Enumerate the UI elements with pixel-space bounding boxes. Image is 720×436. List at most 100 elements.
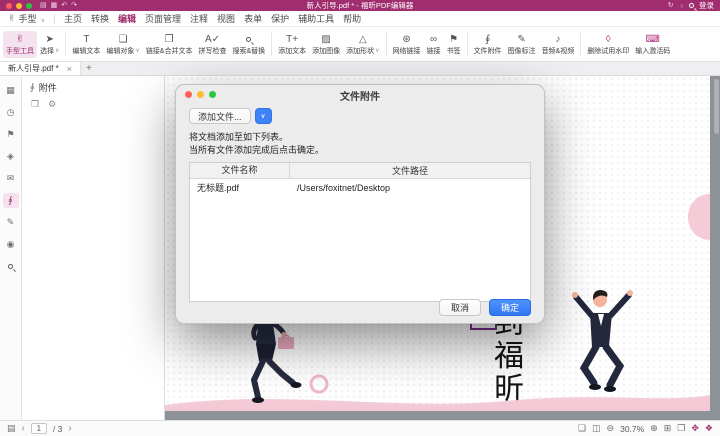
window-title: 新人引导.pdf * - 福昕PDF编辑器 (0, 0, 720, 11)
menu-tab-edit[interactable]: 编辑 (118, 12, 136, 25)
open-attachment-icon[interactable]: ❐ (31, 99, 39, 110)
search-panel-icon[interactable] (3, 259, 19, 274)
ribbon-separator (271, 32, 272, 56)
menu-tab-home[interactable]: 主页 (64, 12, 82, 25)
undo-icon[interactable]: ↶ (61, 0, 67, 11)
zoom-out-button[interactable]: ⊖ (607, 423, 615, 434)
ribbon-tool-edit-text[interactable]: T 编辑文本 (69, 31, 103, 58)
bookmark-icon: ⚑ (449, 33, 458, 46)
ok-button[interactable]: 确定 (489, 299, 531, 316)
maximize-window-button[interactable] (26, 3, 32, 9)
close-tab-icon[interactable]: × (67, 64, 72, 74)
cancel-button[interactable]: 取消 (439, 299, 481, 316)
current-tool-selector[interactable]: ✌ 手型 (8, 12, 45, 25)
dialog-minimize-button[interactable] (197, 91, 204, 98)
ribbon-tool-link-merge-text[interactable]: ❒ 链接&合并文本 (143, 31, 196, 58)
minimize-window-button[interactable] (16, 3, 22, 9)
menu-tab-accessibility[interactable]: 辅助工具 (298, 12, 334, 25)
zoom-level[interactable]: 30.7% (620, 424, 644, 434)
layers-panel-icon[interactable]: ◈ (3, 149, 19, 164)
ribbon-tool-label: 文件附件 (474, 46, 502, 56)
previous-page-button[interactable]: ‹ (22, 424, 25, 434)
menu-tab-view[interactable]: 视图 (217, 12, 235, 25)
ribbon-tool-file-attachment[interactable]: ∮ 文件附件 (471, 31, 505, 58)
dialog-titlebar: 文件附件 (176, 85, 544, 105)
ribbon-tool-search-replace[interactable]: 搜索&替换 (229, 31, 268, 58)
ribbon-tool-bookmark[interactable]: ⚑ 书签 (444, 31, 464, 58)
print-icon[interactable]: ▦ (51, 0, 58, 11)
menu-tab-convert[interactable]: 转换 (91, 12, 109, 25)
column-header-file-path[interactable]: 文件路径 (290, 164, 530, 177)
signatures-panel-icon[interactable]: ✎ (3, 215, 19, 230)
ribbon-tool-audio-video[interactable]: ♪ 音频&视频 (539, 31, 578, 58)
attachment-table: 文件名称 文件路径 无标题.pdf /Users/foxitnet/Deskto… (189, 162, 531, 302)
ribbon-tool-web-link[interactable]: ⊛ 网络链接 (390, 31, 424, 58)
bookmarks-panel-icon[interactable]: ⚑ (3, 127, 19, 142)
next-page-button[interactable]: › (68, 424, 71, 434)
add-file-dropdown-button[interactable]: ∨ (255, 108, 272, 124)
dialog-close-button[interactable] (185, 91, 192, 98)
ribbon-tool-add-image[interactable]: ▨ 添加图像 (309, 31, 343, 58)
sync-icon[interactable]: ↻ (668, 0, 674, 11)
menu-tab-form[interactable]: 表单 (244, 12, 262, 25)
document-tab[interactable]: 新人引导.pdf * × (0, 62, 81, 75)
vertical-scrollbar[interactable] (714, 79, 719, 134)
divider (54, 14, 55, 24)
menu-tab-comment[interactable]: 注释 (190, 12, 208, 25)
save-icon[interactable]: ▤ (40, 0, 47, 11)
dialog-zoom-button[interactable] (209, 91, 216, 98)
menu-tab-help[interactable]: 帮助 (343, 12, 361, 25)
thumbnails-panel-icon[interactable]: ▦ (3, 83, 19, 98)
window-titlebar: ▤ ▦ ↶ ↷ 新人引导.pdf * - 福昕PDF编辑器 ↻ 登录 (0, 0, 720, 11)
attachment-settings-icon[interactable]: ⚙ (48, 99, 56, 110)
rotate-view-icon[interactable]: ✥ (691, 423, 699, 434)
current-page-input[interactable]: 1 (31, 423, 47, 434)
stamps-panel-icon[interactable]: ◉ (3, 237, 19, 252)
ribbon-tool-remove-trial-watermark[interactable]: ◊ 删除试用水印 (584, 31, 632, 58)
page-text-char: 福 (492, 340, 526, 373)
chevron-down-icon[interactable] (679, 1, 684, 10)
fullscreen-icon[interactable]: ❒ (677, 423, 685, 434)
zoom-in-button[interactable]: ⊕ (650, 423, 658, 434)
menu-tab-page-management[interactable]: 页面管理 (145, 12, 181, 25)
continuous-view-icon[interactable]: ◫ (592, 423, 601, 434)
hand-tool-icon: ✌ (16, 33, 24, 46)
login-button[interactable]: 登录 (699, 0, 714, 11)
comments-panel-icon[interactable]: ✉ (3, 171, 19, 186)
menu-tab-protect[interactable]: 保护 (271, 12, 289, 25)
ribbon-tool-add-text[interactable]: T+ 添加文本 (275, 31, 309, 58)
history-panel-icon[interactable]: ◷ (3, 105, 19, 120)
ribbon-tool-label: 编辑对象 (106, 46, 134, 56)
hand-mode-icon[interactable]: ❖ (705, 423, 713, 434)
ribbon-tool-label: 编辑文本 (72, 46, 100, 56)
ribbon-tool-select[interactable]: ➤ 选择 (37, 31, 62, 58)
hand-icon: ✌ (8, 13, 16, 24)
ribbon-tool-label: 手型工具 (6, 46, 34, 56)
add-file-button[interactable]: 添加文件... (189, 108, 251, 124)
table-row[interactable]: 无标题.pdf /Users/foxitnet/Desktop (190, 179, 530, 196)
ribbon-tool-label: 添加图像 (312, 46, 340, 56)
ribbon-tool-image-annotation[interactable]: ✎ 图像标注 (505, 31, 539, 58)
ribbon-tool-edit-object[interactable]: ❏ 编辑对象 (103, 31, 142, 58)
dialog-body: 添加文件... ∨ 将文档添加至如下列表。 当所有文件添加完成后点击确定。 文件… (176, 105, 544, 325)
file-name-cell: 无标题.pdf (190, 181, 290, 194)
ribbon-tool-add-shapes[interactable]: △ 添加形状 (343, 31, 382, 58)
ribbon-tool-spell-check[interactable]: A✓ 拼写检查 (195, 31, 229, 58)
activation-code-icon: ⌨ (646, 33, 660, 46)
dialog-window-controls (185, 91, 216, 98)
new-tab-button[interactable]: + (81, 62, 97, 75)
ribbon-tool-hand[interactable]: ✌ 手型工具 (3, 31, 37, 58)
attachments-panel-icon[interactable]: ∮ (3, 193, 19, 208)
ribbon-separator (467, 32, 468, 56)
single-page-view-icon[interactable]: ❏ (578, 423, 586, 434)
ribbon-tool-link[interactable]: ∞ 链接 (424, 31, 444, 58)
close-window-button[interactable] (6, 3, 12, 9)
nav-panel-icon[interactable]: ▤ (7, 423, 16, 434)
panel-title: 附件 (39, 81, 57, 94)
redo-icon[interactable]: ↷ (71, 0, 77, 11)
search-icon[interactable] (689, 3, 694, 8)
fit-width-icon[interactable]: ⊞ (664, 423, 672, 434)
column-header-file-name[interactable]: 文件名称 (190, 163, 290, 178)
link-merge-text-icon: ❒ (165, 33, 174, 46)
ribbon-tool-enter-activation-code[interactable]: ⌨ 输入激活码 (632, 31, 673, 58)
